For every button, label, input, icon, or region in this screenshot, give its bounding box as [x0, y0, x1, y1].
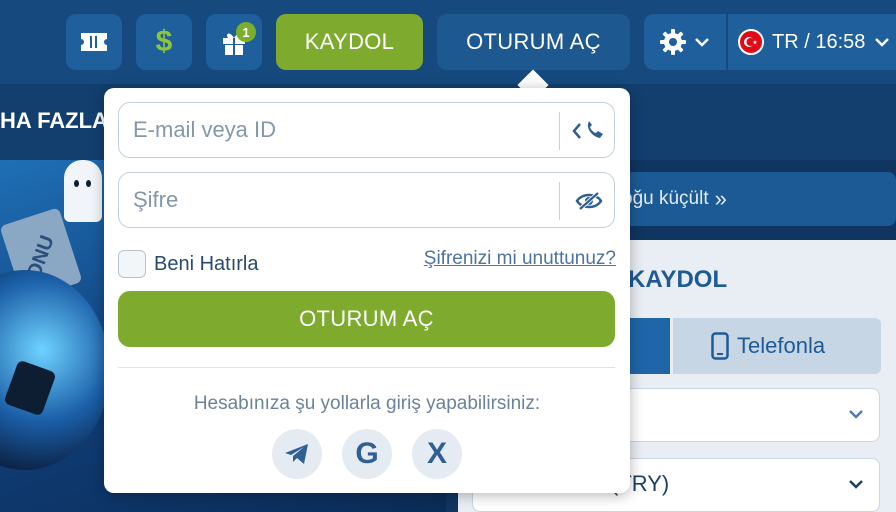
dollar-icon: $	[155, 25, 173, 58]
email-field[interactable]	[118, 102, 615, 158]
nav-more-link[interactable]: HA FAZLA	[0, 108, 108, 134]
tab-register-by-phone[interactable]: Telefonla	[673, 318, 881, 374]
chevron-down-icon	[849, 480, 863, 489]
deposit-button[interactable]: $	[136, 14, 192, 70]
telegram-icon	[285, 444, 308, 464]
phone-tab-label: Telefonla	[737, 333, 826, 358]
forgot-password-link[interactable]: Şifrenizi mi unuttunuz?	[424, 248, 616, 270]
register-button[interactable]: KAYDOL	[276, 14, 423, 70]
language-time-button[interactable]: TR / 16:58	[728, 14, 896, 70]
divider	[118, 367, 615, 368]
coupon-icon	[81, 33, 107, 51]
turkey-flag-icon	[738, 29, 764, 55]
google-icon: G	[355, 437, 379, 470]
google-login-button[interactable]: G	[342, 429, 392, 479]
email-input[interactable]	[133, 113, 543, 147]
login-submit-button[interactable]: OTURUM AÇ	[118, 291, 615, 347]
chevron-down-icon	[695, 38, 709, 47]
switch-to-phone-button[interactable]	[569, 113, 609, 149]
chevron-down-icon	[875, 38, 890, 47]
login-popup: Beni Hatırla Şifrenizi mi unuttunuz? OTU…	[104, 88, 630, 493]
top-header: $ 1 KAYDOL OTURUM AÇ TR / 16:58	[0, 0, 896, 84]
remember-me-toggle[interactable]: Beni Hatırla	[118, 250, 259, 278]
tab-register-method-active[interactable]	[628, 318, 670, 374]
settings-button[interactable]	[644, 14, 726, 70]
x-icon: X	[426, 437, 447, 470]
ghost-decoration	[64, 160, 102, 222]
password-input[interactable]	[133, 183, 543, 217]
collapse-label: oğu küçült	[622, 188, 709, 209]
double-chevron-right-icon: »	[714, 186, 727, 211]
login-button[interactable]: OTURUM AÇ	[437, 14, 630, 70]
field-divider	[559, 182, 560, 220]
toggle-password-visibility-button[interactable]	[569, 183, 609, 219]
chevron-left-phone-icon	[572, 121, 603, 139]
chevron-down-icon	[849, 410, 863, 419]
remember-me-checkbox[interactable]	[118, 250, 146, 278]
language-time-label: TR / 16:58	[772, 30, 866, 53]
remember-me-label: Beni Hatırla	[154, 252, 259, 275]
field-divider	[559, 112, 560, 150]
gear-icon	[660, 29, 686, 55]
gift-button[interactable]: 1	[206, 14, 262, 70]
registration-title: KAYDOL	[628, 266, 728, 293]
eye-off-icon	[575, 191, 603, 211]
phone-icon	[711, 332, 729, 360]
x-login-button[interactable]: X	[412, 429, 462, 479]
social-login-caption: Hesabınıza şu yollarla giriş yapabilirsi…	[193, 393, 541, 414]
coupon-button[interactable]	[66, 14, 122, 70]
password-field[interactable]	[118, 172, 615, 228]
telegram-login-button[interactable]	[272, 429, 322, 479]
gift-count-badge: 1	[236, 22, 256, 42]
